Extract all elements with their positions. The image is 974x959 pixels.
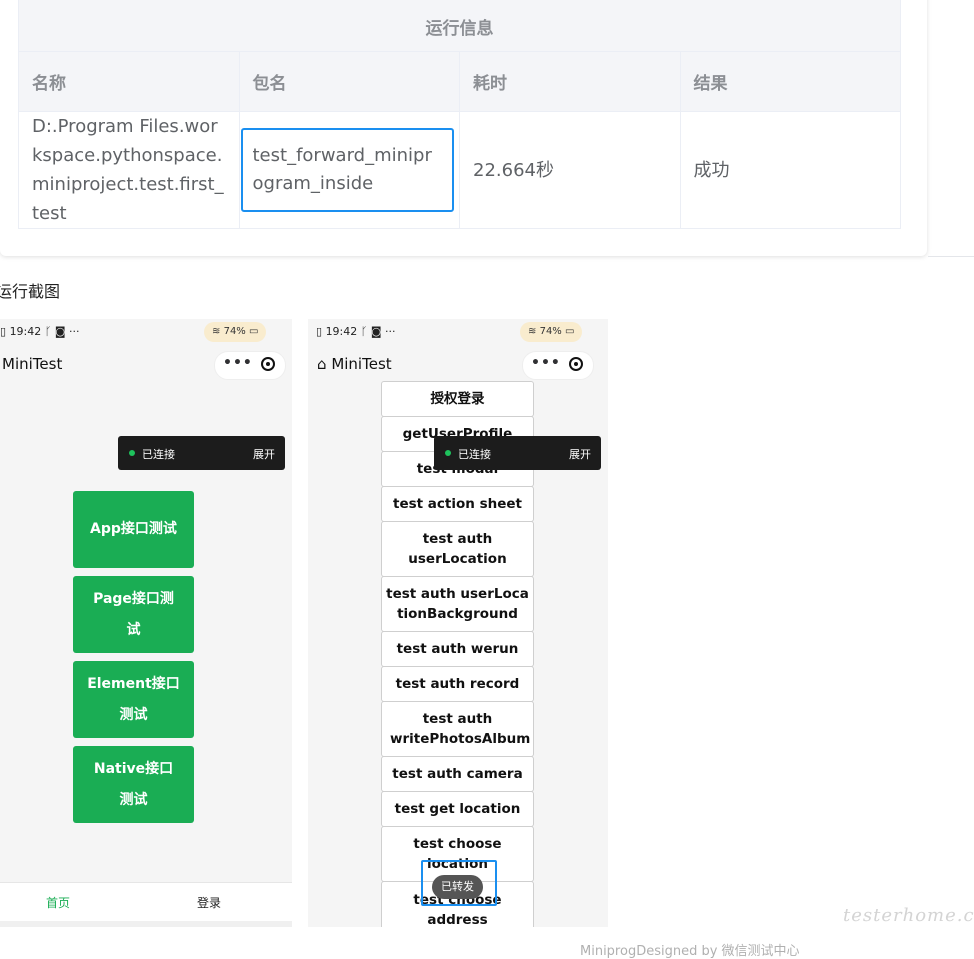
divider — [928, 256, 974, 257]
native-api-test-button[interactable]: Native接口测试 — [73, 746, 194, 823]
run-info-card: 运行信息 名称 包名 耗时 结果 D:.Program Files.worksp… — [0, 0, 927, 256]
package-highlight: test_forward_miniprogram_inside — [240, 128, 454, 212]
watermark: testerhome.com — [843, 905, 974, 926]
bottom-strip — [0, 921, 292, 927]
connection-bar: 已连接 展开 — [118, 436, 285, 470]
connection-bar: 已连接 展开 — [434, 436, 601, 470]
phone-screenshot-list: ▯ 19:42 ᚴ ◙ ··· ≋ 74% ▭ ⌂ MiniTest ••• 授… — [308, 319, 608, 927]
list-button-auth-login[interactable]: 授权登录 — [381, 381, 534, 417]
phone-screenshot-home: ▯ 19:42 ᚴ ◙ ··· ≋ 74% ▭ MiniTest ••• App… — [0, 319, 292, 927]
toast-highlight — [421, 860, 497, 906]
page-api-test-button[interactable]: Page接口测试 — [73, 576, 194, 653]
connection-status: 已连接 — [458, 448, 491, 461]
list-button-auth-record[interactable]: test auth record — [381, 666, 534, 702]
sim-icon: ▯ — [0, 325, 7, 338]
status-icons: ᚴ ◙ ··· — [44, 325, 80, 338]
list-button-auth-write-photos[interactable]: test auth writePhotosAlbum — [381, 701, 534, 757]
connection-status: 已连接 — [142, 448, 175, 461]
more-icon[interactable]: ••• — [223, 355, 253, 371]
wifi-icon: ≋ — [528, 326, 537, 337]
connected-dot-icon — [445, 450, 451, 456]
list-button-auth-camera[interactable]: test auth camera — [381, 756, 534, 792]
nav-title: MiniTest — [2, 355, 63, 373]
nav-title: MiniTest — [331, 355, 392, 373]
list-button-auth-user-location[interactable]: test auth userLocation — [381, 521, 534, 577]
header-duration: 耗时 — [459, 51, 681, 112]
cell-name: D:.Program Files.workspace.pythonspace.m… — [18, 111, 240, 229]
list-button-auth-werun[interactable]: test auth werun — [381, 631, 534, 667]
status-bar: ▯ 19:42 ᚴ ◙ ··· ≋ 74% ▭ — [308, 319, 608, 345]
tab-login[interactable]: 登录 — [197, 894, 221, 911]
battery-icon: ▭ — [565, 326, 575, 337]
battery-pill: ≋ 74% ▭ — [520, 322, 583, 342]
close-target-icon[interactable] — [261, 357, 275, 371]
header-result: 结果 — [679, 51, 901, 112]
expand-button[interactable]: 展开 — [569, 446, 591, 462]
cell-package: test_forward_miniprogram_inside — [238, 111, 460, 229]
wifi-icon: ≋ — [212, 326, 221, 337]
table-caption: 运行信息 — [18, 0, 901, 52]
list-button-auth-user-location-background[interactable]: test auth userLocationBackground — [381, 576, 534, 632]
connected-dot-icon — [129, 450, 135, 456]
app-api-test-button[interactable]: App接口测试 — [73, 491, 194, 568]
element-api-test-button[interactable]: Element接口测试 — [73, 661, 194, 738]
expand-button[interactable]: 展开 — [253, 446, 275, 462]
home-icon[interactable]: ⌂ — [317, 355, 327, 373]
header-package: 包名 — [238, 51, 460, 112]
nav-title-row: ⌂ MiniTest — [317, 355, 392, 373]
run-info-table: 运行信息 名称 包名 耗时 结果 D:.Program Files.worksp… — [18, 0, 901, 229]
battery-level: 74% — [539, 326, 562, 337]
list-button-get-location[interactable]: test get location — [381, 791, 534, 827]
screenshots-heading: 运行截图 — [0, 282, 61, 301]
close-target-icon[interactable] — [569, 357, 583, 371]
status-time: 19:42 — [9, 325, 42, 338]
battery-pill: ≋ 74% ▭ — [204, 322, 267, 342]
status-icons: ᚴ ◙ ··· — [360, 325, 396, 338]
menu-capsule[interactable]: ••• — [214, 351, 286, 380]
tab-home[interactable]: 首页 — [46, 894, 70, 911]
battery-level: 74% — [223, 326, 246, 337]
status-bar: ▯ 19:42 ᚴ ◙ ··· ≋ 74% ▭ — [0, 319, 292, 345]
status-time: 19:42 — [325, 325, 358, 338]
menu-capsule[interactable]: ••• — [522, 351, 594, 380]
battery-icon: ▭ — [249, 326, 259, 337]
cell-result: 成功 — [679, 111, 901, 229]
tab-bar: 首页 登录 — [0, 882, 292, 921]
sim-icon: ▯ — [316, 325, 323, 338]
more-icon[interactable]: ••• — [531, 355, 561, 371]
list-button-action-sheet[interactable]: test action sheet — [381, 486, 534, 522]
header-name: 名称 — [18, 51, 240, 112]
cell-duration: 22.664秒 — [459, 111, 681, 229]
